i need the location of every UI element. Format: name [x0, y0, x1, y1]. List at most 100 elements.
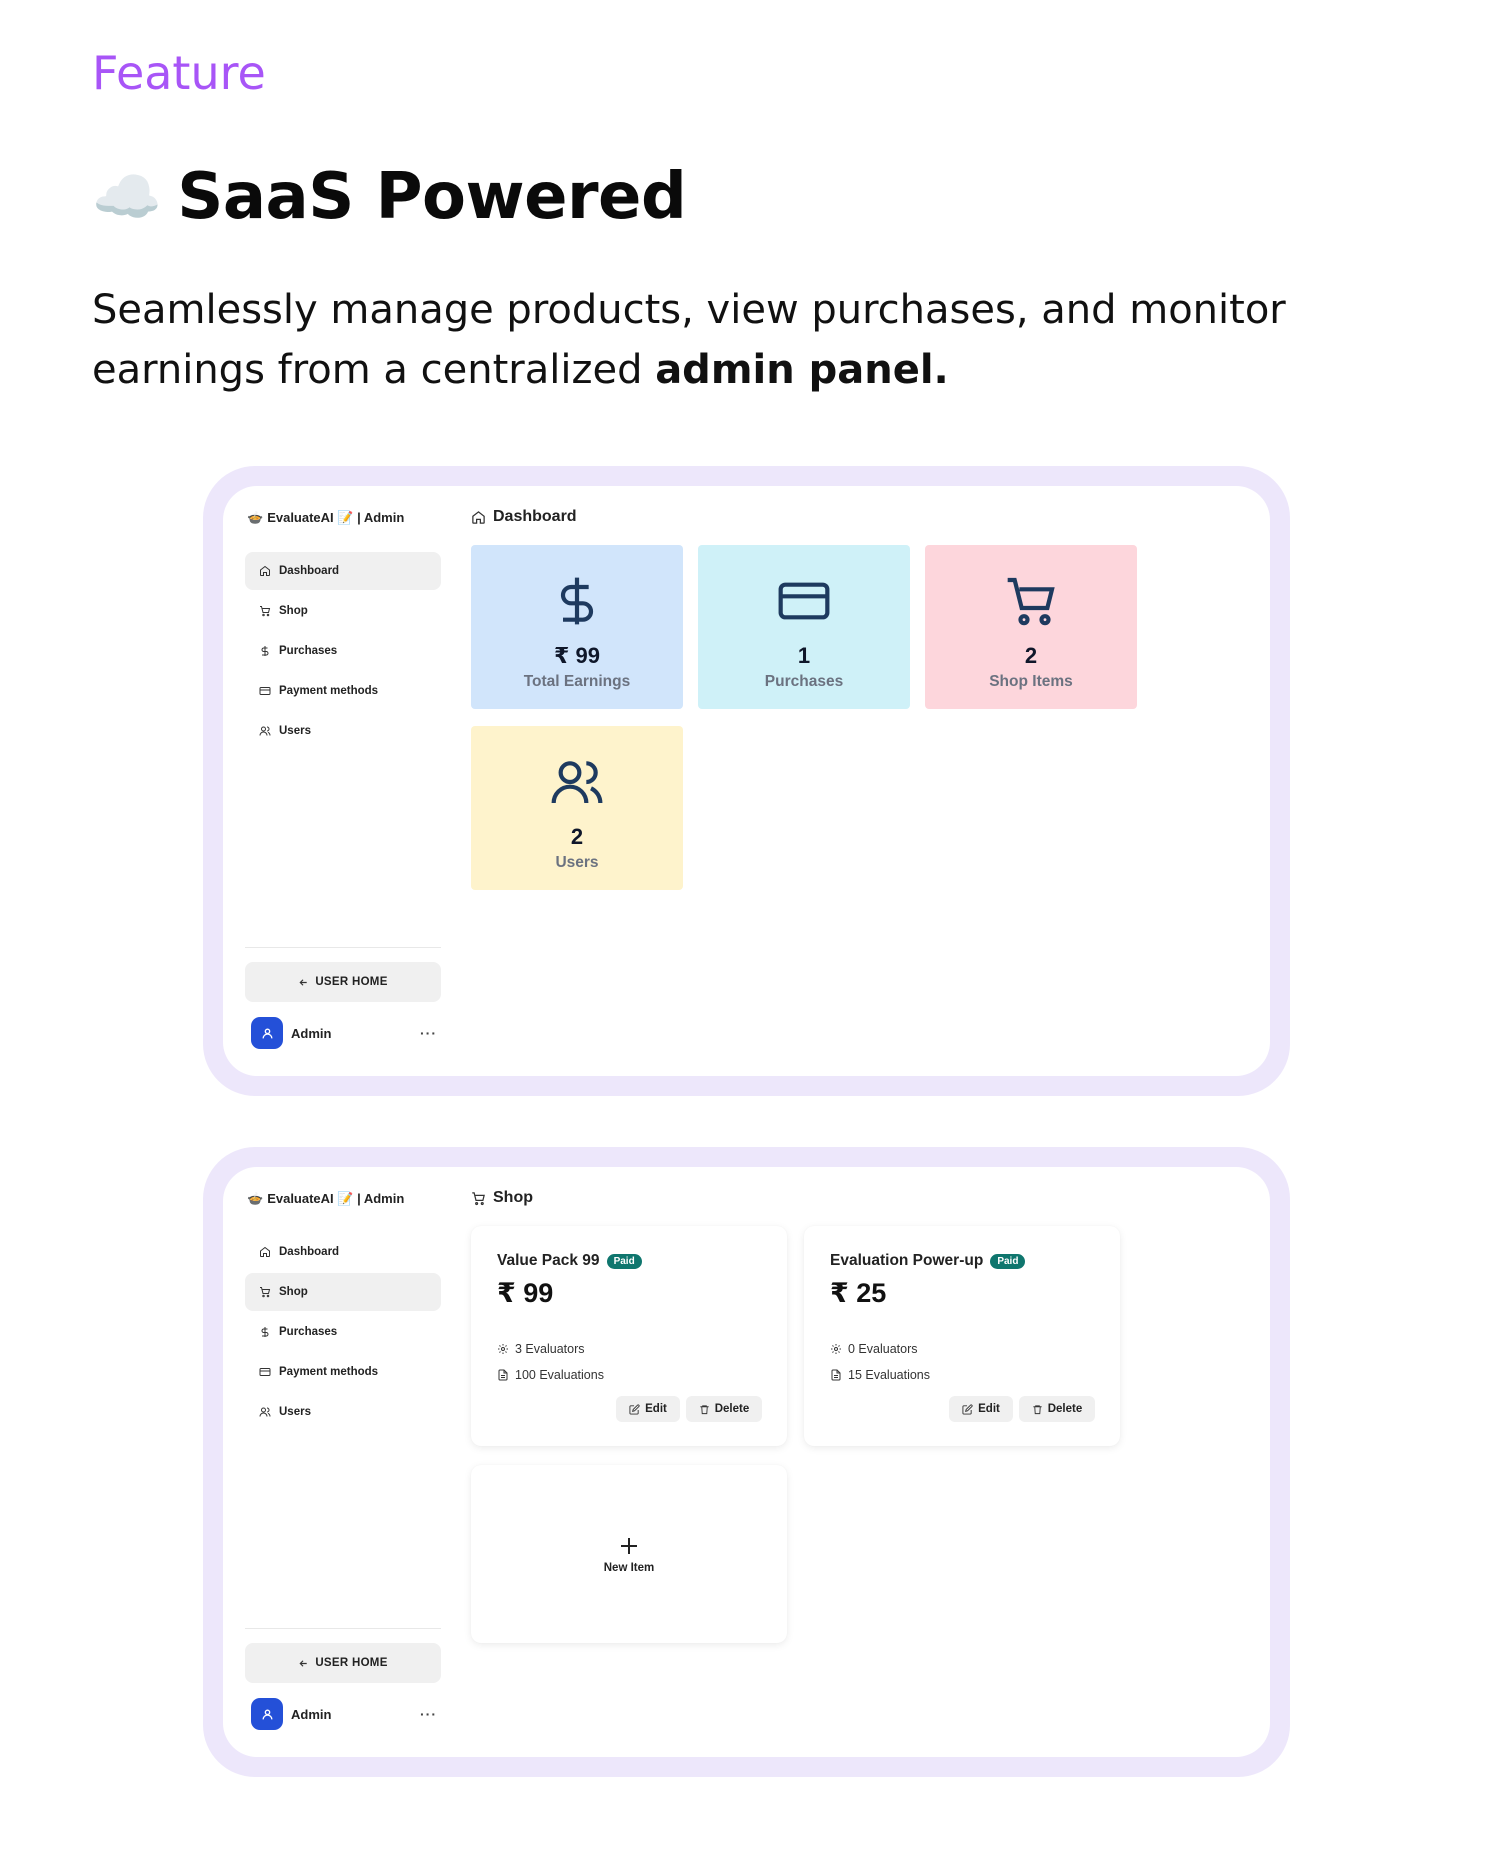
cart-icon	[472, 1191, 485, 1205]
home-icon	[472, 510, 485, 524]
credit-card-icon	[259, 687, 271, 695]
hero-description: Seamlessly manage products, view purchas…	[92, 280, 1352, 400]
edit-icon	[629, 1403, 640, 1415]
trash-icon	[700, 1404, 709, 1414]
user-home-label: USER HOME	[315, 1657, 388, 1669]
brand[interactable]: 🍲 EvaluateAI 📝 | Admin	[247, 1191, 404, 1207]
sidebar-item-purchases[interactable]: Purchases	[245, 632, 441, 670]
users-icon	[551, 761, 603, 804]
sidebar-item-label: Purchases	[279, 1326, 338, 1338]
sidebar: 🍲 EvaluateAI 📝 | Admin Dashboard Shop Pu…	[245, 486, 441, 1076]
shop-frame: 🍲 EvaluateAI 📝 | Admin Dashboard Shop Pu…	[203, 1147, 1290, 1777]
sidebar-item-payment-methods[interactable]: Payment methods	[245, 1353, 441, 1391]
stat-shop-items[interactable]: 2 Shop Items	[925, 545, 1137, 709]
more-options-icon[interactable]: ···	[420, 1025, 437, 1041]
sidebar-item-purchases[interactable]: Purchases	[245, 1313, 441, 1351]
sidebar-item-shop[interactable]: Shop	[245, 592, 441, 630]
stat-label: Users	[555, 854, 599, 871]
user-row[interactable]: Admin ···	[251, 1697, 437, 1731]
more-options-icon[interactable]: ···	[420, 1706, 437, 1722]
dashboard-frame: 🍲 EvaluateAI 📝 | Admin Dashboard Shop Pu…	[203, 466, 1290, 1096]
stat-value: 1	[797, 643, 811, 668]
dollar-icon	[261, 646, 269, 656]
home-icon	[260, 565, 270, 576]
shop-item-evaluations: 15 Evaluations	[830, 1368, 930, 1382]
sidebar-item-payment-methods[interactable]: Payment methods	[245, 672, 441, 710]
users-icon	[259, 1407, 271, 1417]
sidebar: 🍲 EvaluateAI 📝 | Admin Dashboard Shop Pu…	[245, 1167, 441, 1757]
plus-icon	[621, 1538, 637, 1554]
user-icon	[261, 1027, 273, 1038]
edit-button[interactable]: Edit	[616, 1396, 680, 1422]
gear-icon	[498, 1344, 508, 1354]
sidebar-item-label: Dashboard	[279, 565, 340, 577]
sidebar-item-users[interactable]: Users	[245, 1393, 441, 1431]
sidebar-item-label: Dashboard	[279, 1246, 340, 1258]
cloud-icon: ☁️	[92, 165, 162, 230]
page-title: Shop	[471, 1189, 533, 1207]
shop-item-name: Value Pack 99	[497, 1252, 600, 1269]
file-icon	[831, 1369, 841, 1381]
avatar	[251, 1017, 283, 1049]
shop-item-card: Evaluation Power-up Paid ₹ 25 0 Evaluato…	[804, 1226, 1120, 1446]
sidebar-item-dashboard[interactable]: Dashboard	[245, 1233, 441, 1271]
delete-button[interactable]: Delete	[686, 1396, 762, 1422]
page-title-text: Shop	[493, 1189, 533, 1206]
cart-icon	[1007, 577, 1055, 626]
shop-item-title: Evaluation Power-up Paid	[830, 1252, 1026, 1270]
stat-total-earnings[interactable]: ₹ 99 Total Earnings	[471, 545, 683, 709]
shop-item-evaluators: 3 Evaluators	[497, 1342, 584, 1356]
stat-label: Shop Items	[989, 673, 1073, 690]
hero-title: ☁️ SaaS Powered	[92, 160, 687, 234]
file-icon	[498, 1369, 508, 1381]
edit-button[interactable]: Edit	[949, 1396, 1013, 1422]
new-item-card[interactable]: New Item	[471, 1465, 787, 1643]
sidebar-item-label: Shop	[279, 1286, 308, 1298]
new-item-label: New Item	[603, 1562, 655, 1574]
user-home-button[interactable]: USER HOME	[245, 1643, 441, 1683]
user-home-button[interactable]: USER HOME	[245, 962, 441, 1002]
user-row[interactable]: Admin ···	[251, 1016, 437, 1050]
sidebar-divider	[245, 1628, 441, 1629]
sidebar-item-dashboard[interactable]: Dashboard	[245, 552, 441, 590]
cart-icon	[260, 1287, 271, 1298]
stat-label: Total Earnings	[523, 673, 631, 690]
arrow-left-icon	[299, 1659, 308, 1667]
hero-description-bold: admin panel.	[655, 347, 949, 393]
shop-item-card: Value Pack 99 Paid ₹ 99 3 Evaluators 100…	[471, 1226, 787, 1446]
stat-value: ₹ 99	[554, 643, 600, 668]
sidebar-item-label: Payment methods	[279, 685, 379, 697]
shop-item-price: ₹ 99	[497, 1278, 554, 1308]
user-name: Admin	[291, 1706, 332, 1722]
evaluators-text: 3 Evaluators	[515, 1342, 585, 1356]
credit-card-icon	[778, 582, 830, 620]
edit-icon	[962, 1403, 973, 1415]
sidebar-item-users[interactable]: Users	[245, 712, 441, 750]
cart-icon	[260, 606, 271, 617]
page-title: Dashboard	[471, 508, 577, 526]
sidebar-item-label: Users	[279, 1406, 311, 1418]
status-badge: Paid	[606, 1253, 642, 1269]
sidebar-nav: Dashboard Shop Purchases Payment methods…	[245, 1233, 441, 1433]
sidebar-nav: Dashboard Shop Purchases Payment methods…	[245, 552, 441, 752]
page-title-text: Dashboard	[493, 508, 577, 525]
trash-icon	[1033, 1404, 1042, 1414]
gear-icon	[831, 1344, 841, 1354]
stat-users[interactable]: 2 Users	[471, 726, 683, 890]
delete-label: Delete	[714, 1403, 750, 1415]
edit-label: Edit	[645, 1403, 667, 1415]
brand[interactable]: 🍲 EvaluateAI 📝 | Admin	[247, 510, 404, 526]
stat-purchases[interactable]: 1 Purchases	[698, 545, 910, 709]
delete-label: Delete	[1047, 1403, 1083, 1415]
home-icon	[260, 1246, 270, 1257]
feature-label: Feature	[92, 46, 266, 100]
hero-title-text: SaaS Powered	[177, 160, 687, 234]
shop-item-title: Value Pack 99 Paid	[497, 1252, 642, 1270]
sidebar-item-label: Payment methods	[279, 1366, 379, 1378]
pot-icon: 🍲	[247, 510, 264, 525]
evaluators-text: 0 Evaluators	[848, 1342, 918, 1356]
sidebar-item-label: Purchases	[279, 645, 338, 657]
sidebar-item-shop[interactable]: Shop	[245, 1273, 441, 1311]
delete-button[interactable]: Delete	[1019, 1396, 1095, 1422]
evaluations-text: 15 Evaluations	[848, 1368, 931, 1382]
